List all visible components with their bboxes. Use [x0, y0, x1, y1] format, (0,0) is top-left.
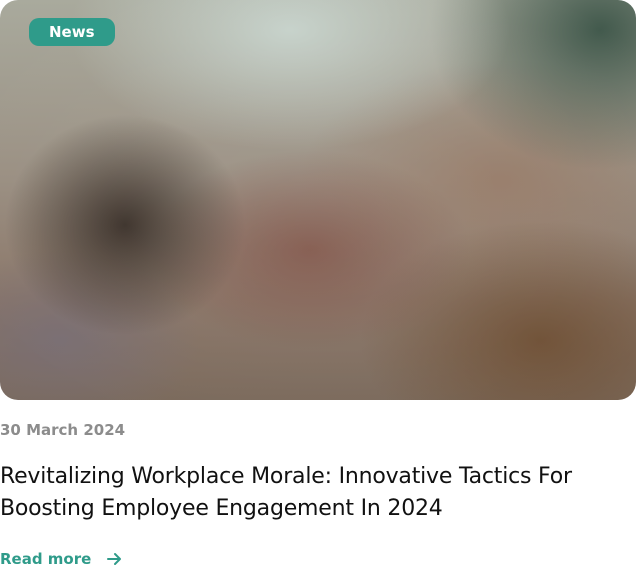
arrow-right-icon: [105, 550, 123, 568]
read-more-link[interactable]: Read more: [0, 549, 123, 569]
article-card[interactable]: News 30 March 2024 Revitalizing Workplac…: [0, 0, 636, 569]
read-more-label: Read more: [0, 550, 92, 568]
article-image[interactable]: [0, 0, 636, 400]
category-badge: News: [29, 18, 115, 46]
article-date: 30 March 2024: [0, 421, 126, 439]
article-title[interactable]: Revitalizing Workplace Morale: Innovativ…: [0, 461, 630, 525]
